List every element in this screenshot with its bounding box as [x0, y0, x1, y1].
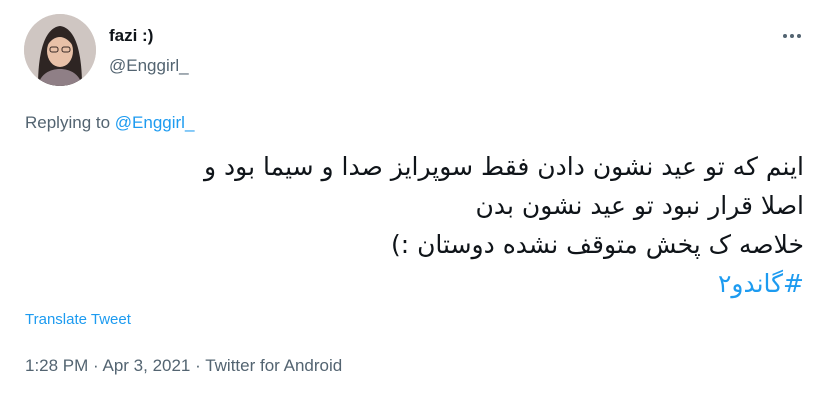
more-dot — [783, 34, 787, 38]
replying-to-handle-link[interactable]: @Enggirl_ — [115, 113, 195, 132]
user-handle[interactable]: @Enggirl_ — [109, 56, 189, 76]
meta-separator: · — [190, 356, 206, 375]
more-dot — [797, 34, 801, 38]
tweet-meta: 1:28 PM · Apr 3, 2021 · Twitter for Andr… — [25, 356, 342, 376]
display-name[interactable]: fazi :) — [109, 26, 153, 46]
tweet-line: اصلا قرار نبود تو عید نشون بدن — [475, 191, 804, 220]
tweet-source[interactable]: Twitter for Android — [205, 356, 342, 375]
replying-to-label: Replying to — [25, 113, 115, 132]
tweet-text: اینم که تو عید نشون دادن فقط سوپرایز صدا… — [24, 147, 804, 303]
tweet-card: fazi :) @Enggirl_ Replying to @Enggirl_ … — [0, 0, 828, 400]
tweet-date[interactable]: Apr 3, 2021 — [102, 356, 190, 375]
hashtag-link[interactable]: #گاندو۲ — [24, 264, 804, 303]
tweet-time[interactable]: 1:28 PM — [25, 356, 88, 375]
replying-to: Replying to @Enggirl_ — [25, 113, 194, 133]
meta-separator: · — [88, 356, 103, 375]
tweet-line: اینم که تو عید نشون دادن فقط سوپرایز صدا… — [204, 152, 804, 181]
avatar[interactable] — [24, 14, 96, 86]
tweet-line: خلاصه ک پخش متوقف نشده دوستان :) — [390, 230, 804, 259]
avatar-photo — [24, 14, 96, 86]
translate-tweet-link[interactable]: Translate Tweet — [25, 311, 131, 328]
more-options-icon[interactable] — [778, 26, 806, 46]
more-dot — [790, 34, 794, 38]
